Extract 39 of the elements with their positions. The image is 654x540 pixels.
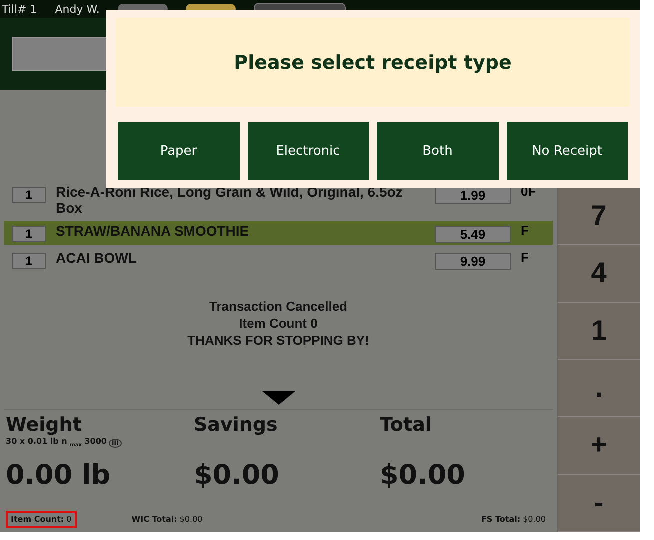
item-count: Item Count: 0 — [6, 511, 77, 528]
weight-label: Weight — [6, 414, 83, 436]
item-row[interactable]: 1 ACAI BOWL 9.99 F — [4, 248, 553, 272]
savings-value: $0.00 — [194, 460, 280, 491]
total-value: $0.00 — [380, 460, 466, 491]
price-field[interactable]: 1.99 — [435, 187, 511, 204]
caret-down-icon[interactable] — [262, 391, 296, 405]
keypad-key[interactable]: . — [558, 360, 640, 418]
keypad-key[interactable]: 1 — [558, 302, 640, 360]
weight-value: 0.00 lb — [6, 460, 112, 491]
price-field[interactable]: 9.99 — [435, 253, 511, 270]
savings-label: Savings — [194, 414, 279, 436]
fs-total: FS Total: $0.00 — [480, 514, 547, 526]
dialog-title: Please select receipt type — [234, 52, 512, 74]
keypad-key[interactable]: 4 — [558, 245, 640, 303]
keypad-key[interactable]: 7 — [558, 188, 640, 246]
tax-code: F — [521, 223, 530, 238]
item-description: STRAW/BANANA SMOOTHIE — [56, 223, 250, 239]
keypad-key[interactable]: + — [558, 417, 640, 475]
quantity-field[interactable]: 1 — [12, 187, 46, 203]
receipt-message: THANKS FOR STOPPING BY! — [188, 333, 370, 348]
quantity-field[interactable]: 1 — [12, 226, 46, 242]
receipt-option-button[interactable]: Both — [377, 122, 498, 180]
tax-code: F — [521, 250, 530, 265]
item-description: ACAI BOWL — [56, 250, 138, 266]
scale-spec: 30 x 0.01 lb n $_{max}$ 3000 — [6, 437, 107, 449]
user-name: Andy W. — [55, 2, 100, 16]
receipt-message: Transaction Cancelled — [210, 299, 348, 314]
item-row[interactable]: 1 STRAW/BANANA SMOOTHIE 5.49 F — [4, 221, 553, 245]
till-number: Till# 1 — [2, 2, 38, 16]
price-field[interactable]: 5.49 — [435, 226, 511, 243]
quantity-field[interactable]: 1 — [12, 253, 46, 269]
receipt-option-button[interactable]: Electronic — [248, 122, 369, 180]
receipt-option-button[interactable]: Paper — [118, 122, 240, 180]
receipt-message: Item Count 0 — [239, 316, 318, 331]
total-label: Total — [380, 414, 433, 436]
keypad-key[interactable]: - — [558, 474, 640, 532]
receipt-option-button[interactable]: No Receipt — [506, 122, 628, 180]
wic-total: WIC Total: $0.00 — [130, 514, 204, 526]
